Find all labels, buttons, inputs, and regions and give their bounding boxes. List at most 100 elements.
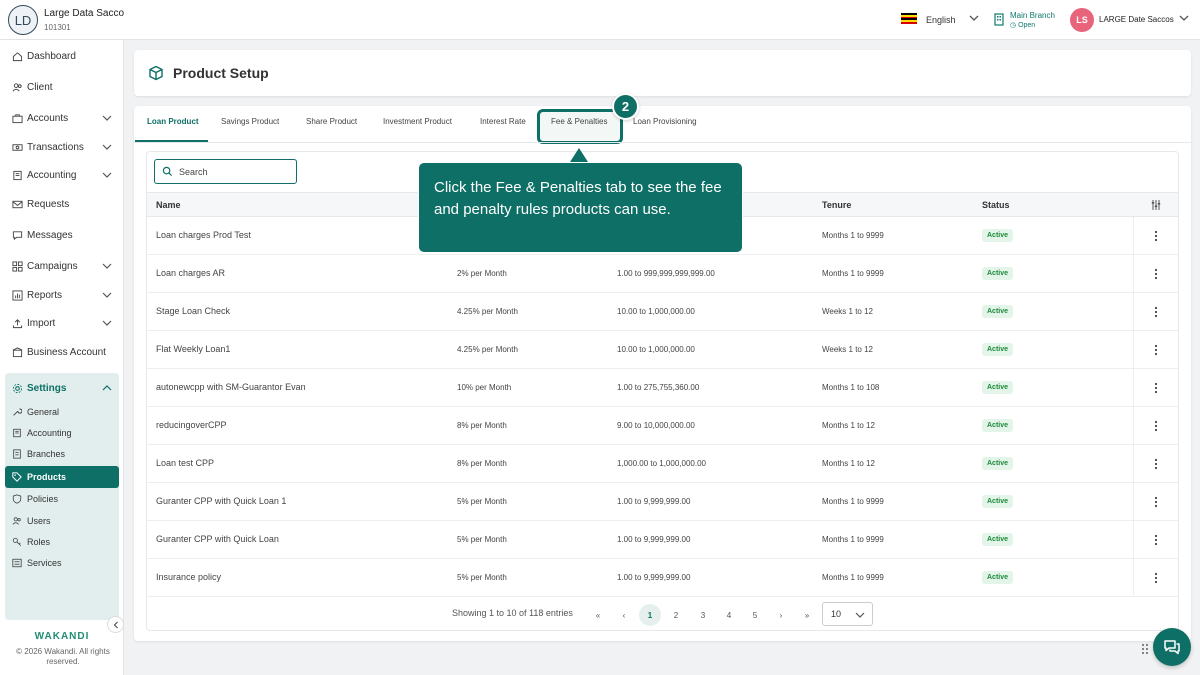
sidebar-item-client[interactable]: Client (0, 76, 124, 98)
drag-handle-icon[interactable] (1140, 642, 1150, 656)
sidebar-item-requests[interactable]: Requests (0, 193, 124, 215)
more-vertical-icon (1154, 496, 1158, 507)
row-actions-menu[interactable] (1133, 445, 1178, 482)
more-vertical-icon (1154, 230, 1158, 241)
tab-savings-product[interactable]: Savings Product (221, 117, 279, 126)
sidebar-item-settings[interactable]: Settings (0, 377, 124, 399)
settings-item-branches[interactable]: Branches (5, 444, 119, 464)
column-settings-icon[interactable] (1150, 199, 1162, 211)
last-page-icon[interactable]: » (796, 604, 818, 626)
page-button[interactable]: 4 (718, 604, 740, 626)
tab-fee-penalties[interactable]: Fee & Penalties (551, 117, 607, 126)
first-page-icon[interactable]: « (587, 604, 609, 626)
table-row[interactable]: Flat Weekly Loan1 4.25% per Month 10.00 to… (147, 331, 1178, 369)
chevron-down-icon[interactable] (101, 317, 113, 329)
sidebar-item-dashboard[interactable]: Dashboard (0, 45, 124, 67)
chevron-down-icon[interactable] (101, 141, 113, 153)
tab-investment-product[interactable]: Investment Product (383, 117, 452, 126)
table-row[interactable]: autonewcpp with SM-Guarantor Evan 10% per… (147, 369, 1178, 407)
sidebar-item-label: Client (27, 81, 53, 93)
sidebar-item-label: Accounting (27, 169, 77, 181)
table-row[interactable]: Stage Loan Check 4.25% per Month 10.00 to … (147, 293, 1178, 331)
pagination-info: Showing 1 to 10 of 118 entries (452, 608, 573, 618)
tab-loan-product[interactable]: Loan Product (147, 117, 199, 126)
tour-tooltip[interactable]: Click the Fee & Penalties tab to see the… (418, 162, 743, 253)
row-actions-menu[interactable] (1133, 293, 1178, 330)
settings-item-products[interactable]: Products (5, 466, 119, 488)
branch-status: ◷ Open (1010, 22, 1036, 29)
cell-amount-range: 9.00 to 10,000,000.00 (617, 421, 695, 430)
cell-interest-rate: 4.25% per Month (457, 345, 518, 354)
settings-item-policies[interactable]: Policies (5, 489, 119, 509)
row-actions-menu[interactable] (1133, 407, 1178, 444)
table-row[interactable]: Loan charges AR 2% per Month 1.00 to 999,9… (147, 255, 1178, 293)
table-row[interactable]: Guranter CPP with Quick Loan 1 5% per Mon… (147, 483, 1178, 521)
row-actions-menu[interactable] (1133, 559, 1178, 596)
cell-name: Loan test CPP (156, 458, 215, 468)
search-field[interactable] (154, 159, 297, 184)
sidebar-item-accounting[interactable]: Accounting (0, 164, 124, 186)
sidebar-item-label: Settings (27, 382, 67, 394)
sidebar-item-accounts[interactable]: Accounts (0, 107, 124, 129)
user-name[interactable]: LARGE Date Saccos (1099, 15, 1174, 24)
org-avatar[interactable]: LD (8, 5, 38, 35)
page-size-select[interactable]: 10 (822, 602, 873, 626)
column-header-name[interactable]: Name (156, 200, 181, 210)
chevron-down-icon[interactable] (101, 112, 113, 124)
row-actions-menu[interactable] (1133, 331, 1178, 368)
search-input[interactable] (179, 166, 289, 177)
cell-amount-range: 1.00 to 9,999,999.00 (617, 497, 691, 506)
sidebar-item-messages[interactable]: Messages (0, 224, 124, 246)
next-page-icon[interactable]: › (770, 604, 792, 626)
settings-item-label: Policies (27, 494, 59, 504)
language-selector[interactable]: English (926, 15, 956, 25)
branch-selector[interactable]: Main Branch (1010, 11, 1055, 20)
page-button[interactable]: 3 (692, 604, 714, 626)
chevron-down-icon[interactable] (1178, 12, 1190, 24)
sidebar-item-import[interactable]: Import (0, 312, 124, 334)
table-row[interactable]: Loan test CPP 8% per Month 1,000.00 to 1,0… (147, 445, 1178, 483)
sidebar-item-campaigns[interactable]: Campaigns (0, 255, 124, 277)
column-header-status[interactable]: Status (982, 200, 1010, 210)
page-button[interactable]: 1 (639, 604, 661, 626)
table-row[interactable]: Guranter CPP with Quick Loan 5% per Month… (147, 521, 1178, 559)
settings-item-roles[interactable]: Roles (5, 532, 119, 552)
chevron-down-icon[interactable] (968, 12, 980, 24)
row-actions-menu[interactable] (1133, 369, 1178, 406)
row-actions-menu[interactable] (1133, 483, 1178, 520)
sidebar-item-label: Import (27, 317, 56, 329)
sidebar-item-transactions[interactable]: Transactions (0, 136, 124, 158)
row-actions-menu[interactable] (1133, 521, 1178, 558)
page-button[interactable]: 5 (744, 604, 766, 626)
column-header-tenure[interactable]: Tenure (822, 200, 851, 210)
table-row[interactable]: reducingoverCPP 8% per Month 9.00 to 10,00… (147, 407, 1178, 445)
cell-name: Loan charges AR (156, 268, 226, 278)
sidebar-item-business-account[interactable]: Business Account (0, 341, 124, 363)
tab-interest-rate[interactable]: Interest Rate (480, 117, 526, 126)
settings-item-label: Users (27, 516, 51, 526)
table-row[interactable]: Insurance policy 5% per Month 1.00 to 9,99… (147, 559, 1178, 597)
settings-item-general[interactable]: General (5, 402, 119, 422)
tab-loan-provisioning[interactable]: Loan Provisioning (633, 117, 697, 126)
sidebar-item-label: Business Account (27, 346, 106, 358)
cell-tenure: Months 1 to 9999 (822, 535, 884, 544)
prev-page-icon[interactable]: ‹ (613, 604, 635, 626)
status-badge: Active (982, 571, 1014, 584)
support-chat-button[interactable] (1153, 628, 1191, 666)
chevron-down-icon[interactable] (101, 260, 113, 272)
sidebar-item-reports[interactable]: Reports (0, 284, 124, 306)
briefcase-icon (12, 113, 23, 123)
chevron-up-icon[interactable] (101, 382, 113, 394)
page-button[interactable]: 2 (665, 604, 687, 626)
chevron-down-icon[interactable] (101, 169, 113, 181)
tab-share-product[interactable]: Share Product (306, 117, 357, 126)
user-avatar[interactable]: LS (1070, 8, 1094, 32)
settings-item-services[interactable]: Services (5, 553, 119, 573)
row-actions-menu[interactable] (1133, 217, 1178, 254)
settings-item-users[interactable]: Users (5, 511, 119, 531)
chevron-down-icon[interactable] (101, 289, 113, 301)
row-actions-menu[interactable] (1133, 255, 1178, 292)
cell-amount-range: 1.00 to 999,999,999,999.00 (617, 269, 715, 278)
pagination: Showing 1 to 10 of 118 entries « ‹ 1 2 3… (147, 596, 1178, 632)
settings-item-accounting[interactable]: Accounting (5, 423, 119, 443)
